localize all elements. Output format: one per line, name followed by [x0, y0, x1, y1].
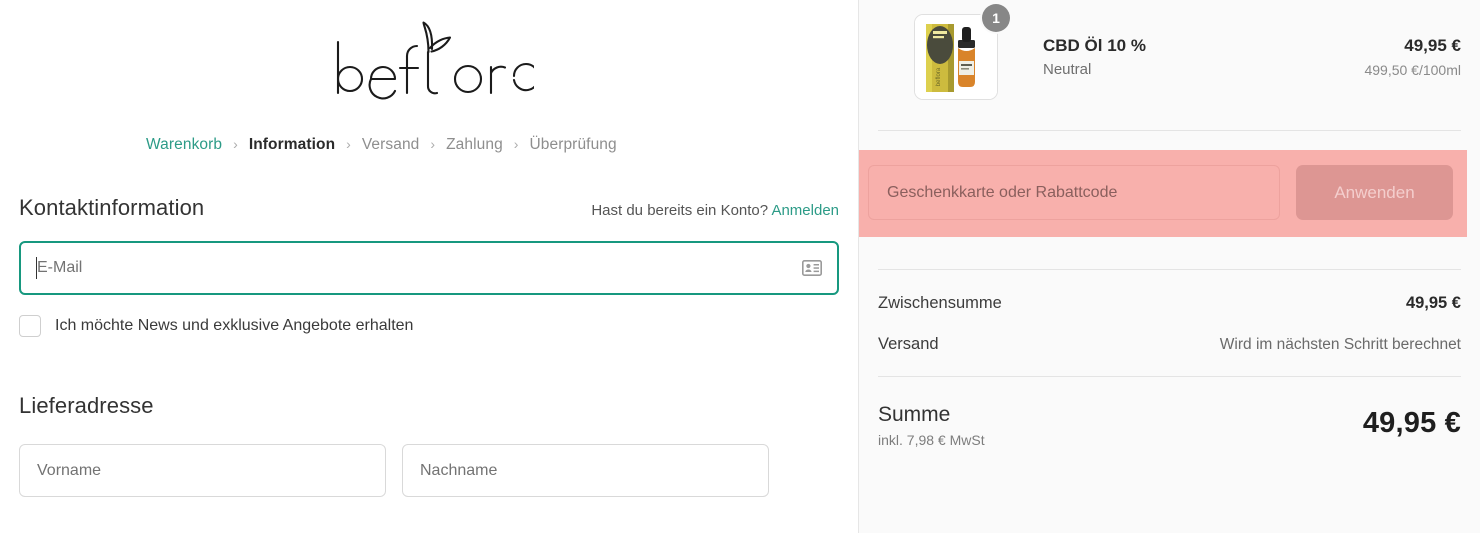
brand-logo[interactable] [0, 0, 858, 114]
line-item-unit-price: 499,50 €/100ml [1364, 62, 1461, 79]
shipping-row: Versand Wird im nächsten Schritt berechn… [878, 335, 1461, 354]
summary-divider-top [878, 130, 1461, 131]
email-input[interactable] [19, 241, 839, 295]
line-item-variant: Neutral [1043, 61, 1092, 79]
breadcrumb-separator: › [346, 136, 351, 152]
breadcrumb-separator: › [233, 136, 238, 152]
account-question-text: Hast du bereits ein Konto? [591, 202, 769, 219]
newsletter-checkbox[interactable] [19, 315, 41, 337]
login-link[interactable]: Anmelden [771, 202, 839, 219]
checkout-main-column: Warenkorb › Information › Versand › Zahl… [0, 0, 858, 533]
email-field-wrapper [19, 241, 839, 295]
breadcrumb-item-ueberpruefung[interactable]: Überprüfung [529, 136, 616, 154]
order-summary-column: beflora 1 CBD Öl 10 % Neutral 49,95 € 49… [858, 0, 1480, 533]
line-item-title: CBD Öl 10 % [1043, 36, 1146, 55]
grand-total-tax-note: inkl. 7,98 € MwSt [878, 432, 985, 449]
grand-total-value: 49,95 € [1362, 407, 1461, 439]
breadcrumb-item-versand[interactable]: Versand [362, 136, 420, 154]
cbd-oil-product-image: beflora [915, 15, 997, 99]
breadcrumb-separator: › [513, 136, 519, 152]
grand-total-row: Summe inkl. 7,98 € MwSt 49,95 € [859, 403, 1480, 448]
newsletter-row[interactable]: Ich möchte News und exklusive Angebote e… [19, 315, 839, 337]
newsletter-label[interactable]: Ich möchte News und exklusive Angebote e… [55, 317, 413, 335]
shipping-value: Wird im nächsten Schritt berechnet [1219, 336, 1461, 353]
contact-section-title: Kontaktinformation [19, 195, 205, 220]
name-fields-row [19, 444, 839, 497]
product-thumbnail-wrapper: beflora 1 [914, 4, 1010, 100]
summary-divider-middle [878, 269, 1461, 270]
quantity-badge: 1 [982, 4, 1010, 32]
summary-divider-bottom [878, 376, 1461, 377]
grand-total-left: Summe inkl. 7,98 € MwSt [878, 403, 985, 448]
contact-card-icon[interactable] [802, 260, 822, 276]
last-name-input[interactable] [402, 444, 769, 497]
first-name-input[interactable] [19, 444, 386, 497]
subtotal-row: Zwischensumme 49,95 € [878, 294, 1461, 313]
discount-code-input[interactable] [868, 165, 1280, 220]
breadcrumb-separator: › [430, 136, 436, 152]
contact-section-header: Kontaktinformation Hast du bereits ein K… [19, 195, 839, 221]
breadcrumb-item-zahlung[interactable]: Zahlung [446, 136, 503, 154]
account-prompt: Hast du bereits ein Konto? Anmelden [591, 202, 839, 219]
apply-discount-button[interactable]: Anwenden [1296, 165, 1453, 220]
discount-code-section: Anwenden [859, 150, 1467, 237]
beflora-logo-icon [336, 21, 534, 100]
checkout-page: Warenkorb › Information › Versand › Zahl… [0, 0, 1480, 533]
text-caret [36, 257, 37, 279]
line-item-prices: 49,95 € 499,50 €/100ml [1364, 14, 1461, 78]
breadcrumb-item-warenkorb[interactable]: Warenkorb [146, 136, 222, 154]
shipping-label: Versand [878, 335, 939, 353]
shipping-section-title: Lieferadresse [19, 393, 154, 418]
subtotal-value: 49,95 € [1405, 294, 1461, 312]
totals-list: Zwischensumme 49,95 € Versand Wird im nä… [859, 294, 1480, 354]
line-item-price: 49,95 € [1404, 36, 1461, 55]
order-line-item: beflora 1 CBD Öl 10 % Neutral 49,95 € 49… [859, 0, 1480, 100]
line-item-info: CBD Öl 10 % Neutral [998, 14, 1364, 78]
breadcrumb-item-information[interactable]: Information [249, 136, 335, 154]
subtotal-label: Zwischensumme [878, 294, 1002, 312]
breadcrumb: Warenkorb › Information › Versand › Zahl… [146, 136, 858, 154]
grand-total-label: Summe [878, 403, 951, 426]
svg-text:beflora: beflora [936, 67, 942, 86]
